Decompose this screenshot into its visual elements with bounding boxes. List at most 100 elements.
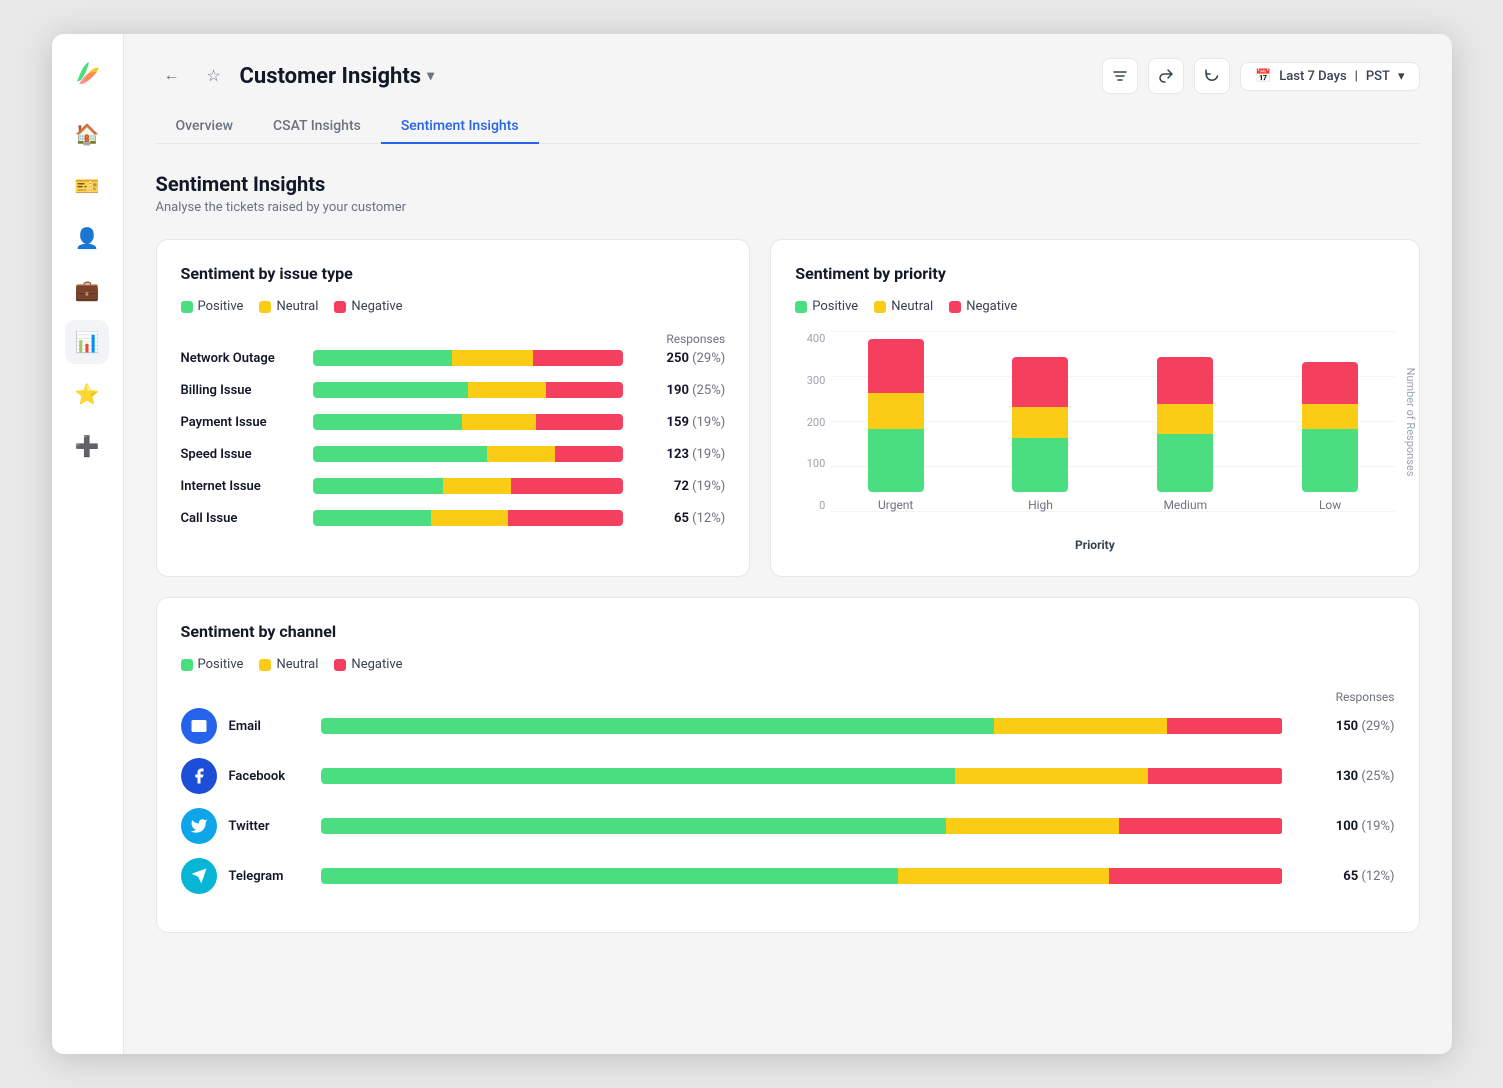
issue-row: Speed Issue 123 (19%) — [181, 446, 726, 462]
filter-button[interactable] — [1102, 58, 1138, 94]
main-content: ← ☆ Customer Insights ▾ — [124, 34, 1452, 1054]
x-axis-title: Priority — [795, 538, 1394, 552]
channel-row: Telegram65 (12%) — [181, 858, 1395, 894]
title-chevron[interactable]: ▾ — [427, 68, 434, 84]
issue-row: Payment Issue159 (19%) — [181, 414, 726, 430]
response-count: 123 (19%) — [635, 447, 725, 462]
negative-dot — [334, 301, 346, 313]
bar-group-label: Urgent — [878, 498, 913, 512]
y-tick: 300 — [795, 374, 825, 387]
legend-positive-p: Positive — [795, 299, 858, 314]
stacked-bar — [313, 510, 624, 526]
calendar-icon: 📅 — [1255, 69, 1271, 84]
email-icon — [181, 708, 217, 744]
priority-title: Sentiment by priority — [795, 264, 1394, 283]
positive-segment — [313, 446, 487, 462]
issue-label: Speed Issue — [181, 447, 301, 462]
y-tick: 400 — [795, 332, 825, 345]
priority-chart-area: 0100200300400Number of ResponsesUrgentHi… — [795, 332, 1394, 536]
channel-stacked-bar — [321, 868, 1283, 884]
bar-group: Urgent — [831, 339, 960, 512]
issue-legend: Positive Neutral Negative — [181, 299, 726, 314]
refresh-button[interactable] — [1194, 58, 1230, 94]
positive-dot-p — [795, 301, 807, 313]
bar-area — [313, 478, 624, 494]
positive-dot — [181, 301, 193, 313]
sidebar-item-tickets[interactable]: 🎫 — [65, 164, 109, 208]
negative-bar — [1012, 357, 1068, 407]
neutral-bar — [1012, 407, 1068, 439]
sidebar: 🏠 🎫 👤 💼 📊 ⭐ ➕ — [52, 34, 124, 1054]
channel-bar-area — [321, 718, 1283, 734]
negative-segment — [536, 414, 623, 430]
neutral-segment — [452, 350, 533, 366]
bar-area — [313, 414, 624, 430]
channel-positive-segment — [321, 768, 956, 784]
sidebar-item-contacts[interactable]: 👤 — [65, 216, 109, 260]
legend-negative: Negative — [334, 299, 402, 314]
channel-stacked-bar — [321, 768, 1283, 784]
issue-label: Payment Issue — [181, 415, 301, 430]
sidebar-item-work[interactable]: 💼 — [65, 268, 109, 312]
back-button[interactable]: ← — [156, 60, 188, 92]
positive-segment — [313, 510, 431, 526]
app-logo — [67, 52, 107, 92]
neutral-bar — [868, 393, 924, 429]
bar-area — [313, 350, 624, 366]
stacked-bar — [313, 350, 624, 366]
neutral-segment — [431, 510, 509, 526]
legend-negative-p: Negative — [949, 299, 1017, 314]
legend-neutral-p: Neutral — [874, 299, 933, 314]
channel-response-count: 130 (25%) — [1295, 769, 1395, 784]
negative-segment — [546, 382, 624, 398]
channel-legend: Positive Neutral Negative — [181, 657, 1395, 672]
channel-name: Twitter — [229, 819, 309, 834]
tab-overview[interactable]: Overview — [156, 110, 253, 144]
positive-bar — [868, 429, 924, 492]
divider: | — [1355, 69, 1358, 84]
top-cards-row: Sentiment by issue type Positive Neutral… — [156, 239, 1420, 577]
section-subtitle: Analyse the tickets raised by your custo… — [156, 200, 1420, 215]
channel-bar-area — [321, 868, 1283, 884]
issue-type-title: Sentiment by issue type — [181, 264, 726, 283]
tab-csat[interactable]: CSAT Insights — [253, 110, 381, 144]
y-tick: 100 — [795, 457, 825, 470]
positive-segment — [313, 478, 444, 494]
sidebar-item-add[interactable]: ➕ — [65, 424, 109, 468]
sidebar-item-reports[interactable]: 📊 — [65, 320, 109, 364]
negative-dot-c — [334, 659, 346, 671]
neutral-dot-c — [259, 659, 271, 671]
issue-label: Call Issue — [181, 511, 301, 526]
channel-neutral-segment — [946, 818, 1119, 834]
negative-segment — [533, 350, 623, 366]
channel-name: Facebook — [229, 769, 309, 784]
sidebar-item-starred[interactable]: ⭐ — [65, 372, 109, 416]
bar-group: High — [976, 357, 1105, 512]
bar-area — [313, 382, 624, 398]
priority-card: Sentiment by priority Positive Neutral N… — [770, 239, 1419, 577]
neutral-segment — [487, 446, 555, 462]
channel-negative-segment — [1148, 768, 1283, 784]
channel-bar-area — [321, 768, 1283, 784]
date-range-button[interactable]: 📅 Last 7 Days | PST ▾ — [1240, 62, 1419, 91]
star-button[interactable]: ☆ — [198, 60, 230, 92]
y-axis-label: Number of Responses — [1404, 368, 1417, 477]
tab-sentiment[interactable]: Sentiment Insights — [381, 110, 539, 144]
positive-bar — [1012, 438, 1068, 492]
section-title: Sentiment Insights — [156, 172, 1420, 196]
share-button[interactable] — [1148, 58, 1184, 94]
issue-label: Network Outage — [181, 351, 301, 366]
response-count: 190 (25%) — [635, 383, 725, 398]
priority-legend: Positive Neutral Negative — [795, 299, 1394, 314]
legend-negative-c: Negative — [334, 657, 402, 672]
neutral-segment — [443, 478, 511, 494]
sidebar-item-home[interactable]: 🏠 — [65, 112, 109, 156]
legend-positive-c: Positive — [181, 657, 244, 672]
channel-row: Twitter 100 (19%) — [181, 808, 1395, 844]
channel-response-count: 100 (19%) — [1295, 819, 1395, 834]
legend-positive: Positive — [181, 299, 244, 314]
channel-bar-area — [321, 818, 1283, 834]
neutral-bar — [1302, 404, 1358, 429]
issue-rows: Network Outage250 (29%)Billing Issue190 … — [181, 350, 726, 542]
negative-label-p: Negative — [966, 299, 1017, 314]
